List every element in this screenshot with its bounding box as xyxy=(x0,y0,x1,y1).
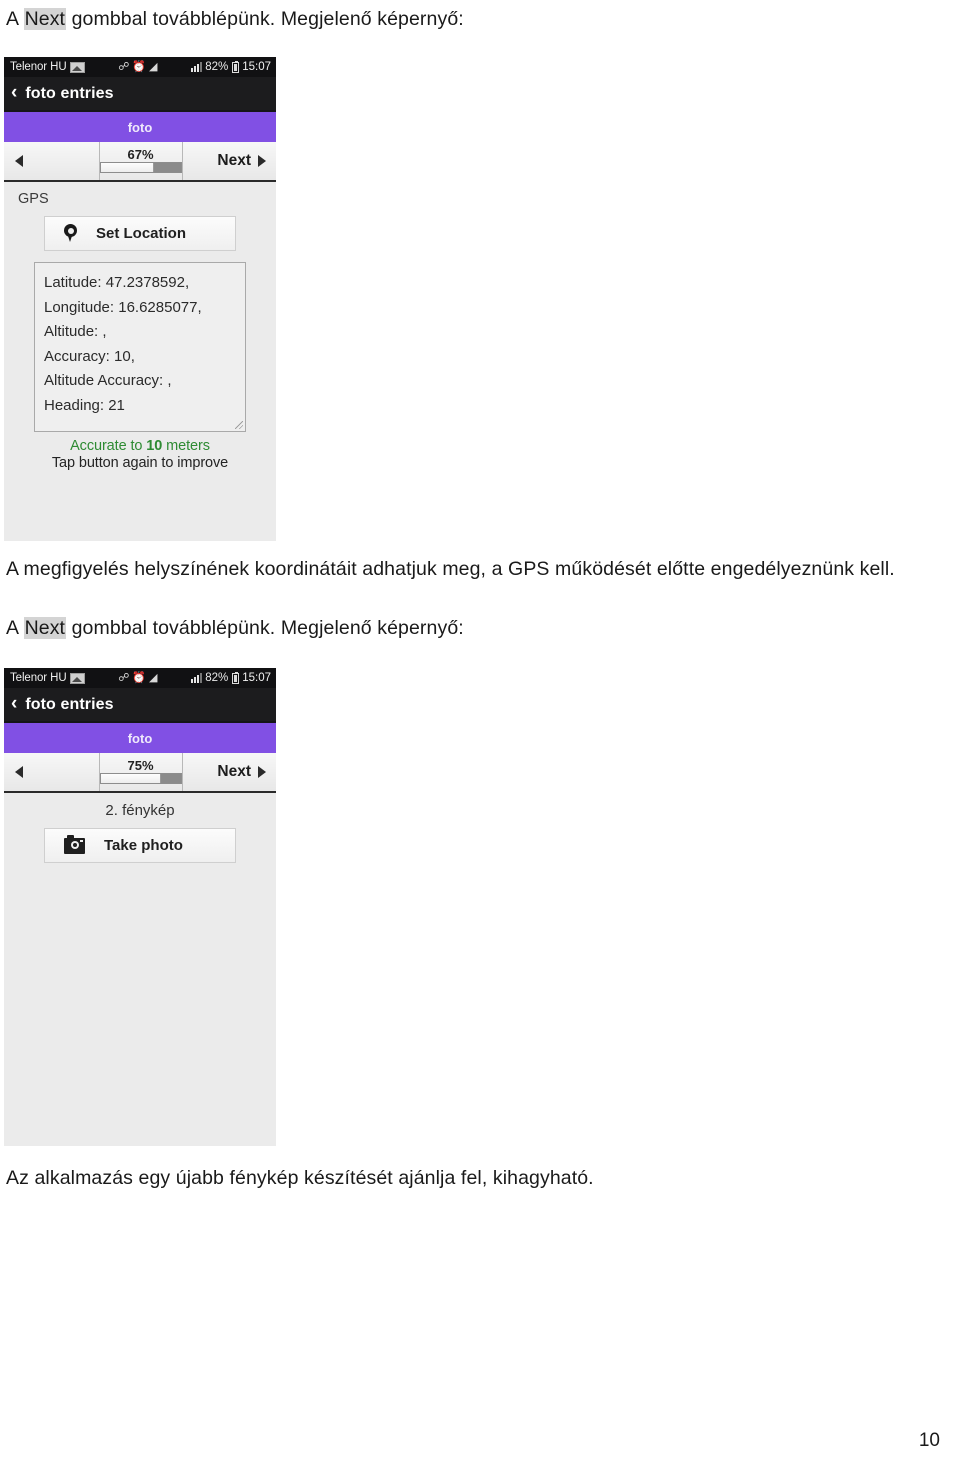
accuracy-suffix: meters xyxy=(162,438,210,454)
readout-line-heading: Heading: 21 xyxy=(44,396,125,414)
paragraph-3-suffix: gombbal továbblépünk. Megjelenő képernyő… xyxy=(66,617,464,639)
gps-field-label: GPS xyxy=(18,191,49,207)
readout-line-accuracy: Accuracy: 10, xyxy=(44,347,135,365)
progress-percent-label: 67% xyxy=(127,147,154,162)
battery-percent-label: 82% xyxy=(205,61,229,73)
prev-button[interactable] xyxy=(4,142,100,180)
paragraph-1-highlight: Next xyxy=(23,8,67,30)
back-chevron-icon[interactable]: ‹ xyxy=(11,83,17,102)
status-right-group: 82% 15:07 xyxy=(191,671,271,684)
accuracy-prefix: Accurate to xyxy=(70,438,147,454)
page-number: 10 xyxy=(918,1430,940,1451)
status-icons-group: ☍ ⏰ ◢ xyxy=(85,60,192,73)
battery-icon xyxy=(232,671,240,684)
back-chevron-icon[interactable]: ‹ xyxy=(11,694,17,713)
status-right-group: 82% 15:07 xyxy=(191,60,271,73)
chevron-left-icon xyxy=(15,766,23,778)
next-button-label: Next xyxy=(217,152,251,169)
set-location-button-label: Set Location xyxy=(96,225,187,242)
progress-bar-fill xyxy=(100,774,161,783)
signal-bars-icon xyxy=(191,673,203,683)
next-button[interactable]: Next xyxy=(181,753,276,791)
bluetooth-icon: ☍ xyxy=(118,60,130,73)
progress-indicator: 75% xyxy=(99,753,182,791)
take-photo-button-label: Take photo xyxy=(104,837,183,854)
screenshot-icon xyxy=(69,61,85,73)
paragraph-3-highlight: Next xyxy=(23,617,67,639)
map-pin-icon xyxy=(64,224,77,243)
take-photo-button[interactable]: Take photo xyxy=(44,828,236,863)
status-icons-group: ☍ ⏰ ◢ xyxy=(85,671,192,684)
chevron-right-icon xyxy=(258,766,266,778)
battery-icon xyxy=(232,60,240,73)
next-button[interactable]: Next xyxy=(181,142,276,180)
readout-line-altitude-accuracy: Altitude Accuracy: , xyxy=(44,372,172,389)
readout-line-longitude: Longitude: 16.6285077, xyxy=(44,298,202,316)
clock-label: 15:07 xyxy=(242,672,271,684)
battery-percent-label: 82% xyxy=(205,672,229,684)
paragraph-2: A megfigyelés helyszínének koordinátáit … xyxy=(6,558,895,580)
set-location-button[interactable]: Set Location xyxy=(44,216,236,251)
form-title-bar: foto xyxy=(4,721,276,753)
progress-indicator: 67% xyxy=(99,142,182,180)
progress-bar-track xyxy=(154,163,181,172)
accuracy-hint: Tap button again to improve xyxy=(51,455,229,471)
accuracy-value: 10 xyxy=(146,438,163,454)
paragraph-4: Az alkalmazás egy újabb fénykép készítés… xyxy=(6,1167,594,1189)
alarm-clock-icon: ⏰ xyxy=(132,60,147,73)
bluetooth-icon: ☍ xyxy=(118,671,130,684)
phone-screenshot-2: Telenor HU ☍ ⏰ ◢ 82% 15:07 ‹ foto entrie… xyxy=(4,668,276,1146)
document-page: A Next gombbal továbblépünk. Megjelenő k… xyxy=(0,0,960,1474)
chevron-right-icon xyxy=(258,155,266,167)
readout-line-altitude: Altitude: , xyxy=(44,323,107,340)
form-title-label: foto xyxy=(127,730,153,746)
action-bar: ‹ foto entries xyxy=(4,688,276,721)
status-bar: Telenor HU ☍ ⏰ ◢ 82% 15:07 xyxy=(4,668,276,688)
progress-bar-fill xyxy=(100,163,155,172)
clock-label: 15:07 xyxy=(242,61,271,73)
app-title: foto entries xyxy=(25,84,114,102)
readout-line-latitude: Latitude: 47.2378592, xyxy=(44,274,190,291)
action-bar: ‹ foto entries xyxy=(4,77,276,110)
carrier-label: Telenor HU xyxy=(10,672,67,684)
paragraph-3-prefix: A xyxy=(6,617,24,639)
progress-bar xyxy=(99,773,182,784)
resize-grip-icon[interactable] xyxy=(235,421,243,429)
screenshot-icon xyxy=(69,672,85,684)
form-nav-bar: 67% Next xyxy=(4,142,276,182)
gps-readout-textarea[interactable]: Latitude: 47.2378592, Longitude: 16.6285… xyxy=(34,262,246,432)
accuracy-status: Accurate to 10 meters xyxy=(4,438,276,454)
phone-screenshot-1: Telenor HU ☍ ⏰ ◢ 82% 15:07 ‹ foto entrie… xyxy=(4,57,276,541)
paragraph-1-prefix: A xyxy=(6,8,24,30)
signal-bars-icon xyxy=(191,62,203,72)
paragraph-1: A Next gombbal továbblépünk. Megjelenő k… xyxy=(6,6,464,32)
form-title-bar: foto xyxy=(4,110,276,142)
paragraph-1-suffix: gombbal továbblépünk. Megjelenő képernyő… xyxy=(66,8,464,30)
next-button-label: Next xyxy=(217,763,251,780)
form-body-1: GPS Set Location Latitude: 47.2378592, L… xyxy=(4,182,276,471)
carrier-label: Telenor HU xyxy=(10,61,67,73)
form-nav-bar: 75% Next xyxy=(4,753,276,793)
progress-bar xyxy=(99,162,182,173)
wifi-icon: ◢ xyxy=(149,671,158,684)
progress-percent-label: 75% xyxy=(127,758,154,773)
paragraph-3: A Next gombbal továbblépünk. Megjelenő k… xyxy=(6,615,464,641)
alarm-clock-icon: ⏰ xyxy=(132,671,147,684)
camera-icon xyxy=(64,834,85,854)
app-title: foto entries xyxy=(25,695,114,713)
chevron-left-icon xyxy=(15,155,23,167)
photo-field-label: 2. fénykép xyxy=(105,802,175,819)
form-title-label: foto xyxy=(127,119,153,135)
form-body-2: 2. fénykép Take photo xyxy=(4,793,276,863)
progress-bar-track xyxy=(160,774,181,783)
status-bar: Telenor HU ☍ ⏰ ◢ 82% 15:07 xyxy=(4,57,276,77)
prev-button[interactable] xyxy=(4,753,100,791)
wifi-icon: ◢ xyxy=(149,60,158,73)
